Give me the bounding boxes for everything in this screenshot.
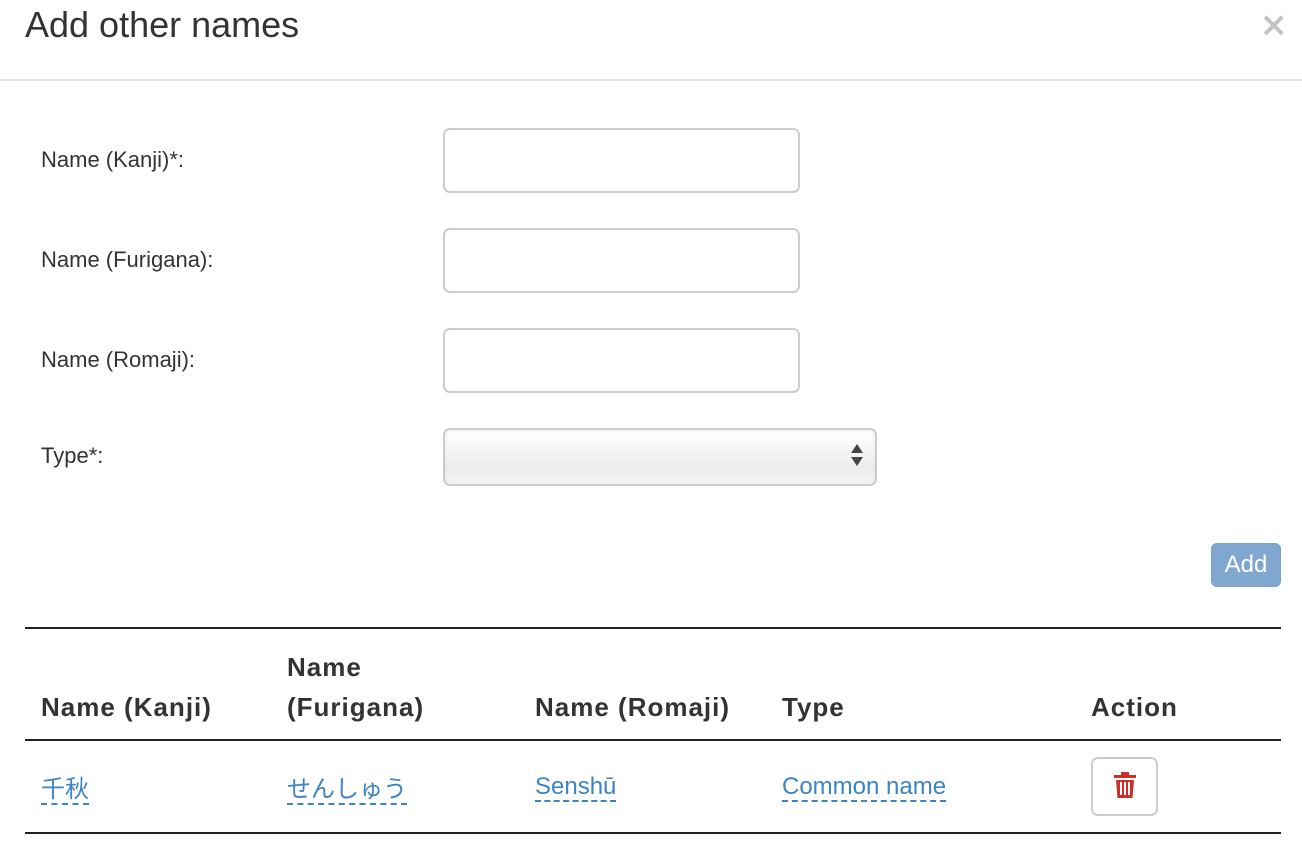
close-button[interactable]: × [1260, 8, 1289, 42]
furigana-editable-link[interactable]: せんしゅう [287, 776, 407, 805]
header-type: Type [782, 692, 845, 722]
header-furigana: Name (Furigana) [287, 652, 425, 722]
type-select[interactable] [443, 428, 877, 486]
trash-icon [1113, 772, 1136, 801]
select-arrows-icon [851, 444, 863, 466]
romaji-label: Name (Romaji): [41, 347, 196, 372]
kanji-input[interactable] [443, 128, 800, 193]
header-action: Action [1091, 692, 1178, 722]
header-kanji: Name (Kanji) [41, 692, 212, 722]
modal-title: Add other names [25, 4, 300, 45]
romaji-input[interactable] [443, 328, 800, 393]
furigana-label: Name (Furigana): [41, 247, 214, 272]
modal-header: Add other names × [0, 0, 1302, 81]
cell-type: Common name [766, 740, 1075, 833]
romaji-editable-link[interactable]: Senshū [535, 772, 617, 802]
kanji-editable-link[interactable]: 千秋 [41, 776, 89, 805]
table-header-row: Name (Kanji) Name (Furigana) Name (Romaji… [25, 628, 1281, 740]
cell-action [1075, 740, 1281, 833]
add-button[interactable]: Add [1211, 543, 1281, 587]
type-label: Type*: [41, 443, 104, 468]
furigana-input[interactable] [443, 228, 800, 293]
delete-button[interactable] [1091, 757, 1158, 816]
table-row: 千秋 せんしゅう Senshū Common name [25, 740, 1281, 833]
header-romaji: Name (Romaji) [535, 692, 731, 722]
type-editable-link[interactable]: Common name [782, 772, 947, 802]
cell-furigana: せんしゅう [271, 740, 519, 833]
kanji-label: Name (Kanji)*: [41, 147, 185, 172]
other-names-table: Name (Kanji) Name (Furigana) Name (Romaji… [25, 627, 1281, 834]
cell-romaji: Senshū [519, 740, 766, 833]
cell-kanji: 千秋 [25, 740, 271, 833]
